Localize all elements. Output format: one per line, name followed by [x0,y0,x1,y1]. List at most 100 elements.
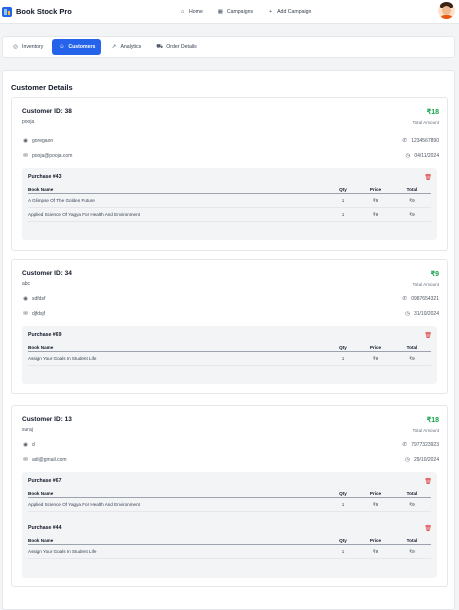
location-pin-icon: ◉ [23,442,28,448]
purchase-items-table: Book Name Qty Price Total Applied Scienc… [28,490,431,512]
table-row: A Glimpse Of The Golden Future 1 ₹9 ₹9 [28,193,431,208]
date-text: 29/10/2024 [413,457,439,463]
page-title: Customer Details [11,83,73,92]
nav-campaigns-link[interactable]: ▦ Campaigns [217,9,253,15]
customer-details-panel: Customer Details Customer ID: 38 pooja ₹… [2,70,455,610]
col-book-name: Book Name [28,537,328,545]
col-book-name: Book Name [28,344,328,352]
table-header-row: Book Name Qty Price Total [28,186,431,194]
total-amount-label: Total Amount [412,282,439,287]
email-text: adi@gmail.com [32,457,67,463]
email-text: pooja@pooja.com [32,153,73,159]
col-price: Price [358,537,393,545]
total-cell: ₹9 [393,193,431,208]
user-avatar[interactable] [438,2,455,19]
customer-card: Customer ID: 38 pooja ₹18 Total Amount ◉… [11,97,448,251]
customer-email: ✉ djfdsjf [22,311,45,317]
total-amount: ₹18 [426,417,439,424]
customer-id: Customer ID: 13 [22,416,72,423]
calendar-icon: ▦ [217,9,223,15]
phone-text: 123456789​0 [411,138,439,144]
table-row: Assign Your Goals In Student Life 1 ₹9 ₹… [28,351,431,366]
col-book-name: Book Name [28,186,328,194]
nav-add-campaign-link[interactable]: + Add Campaign [267,9,311,15]
tab-analytics-label: Analytics [120,44,142,50]
table-header-row: Book Name Qty Price Total [28,537,431,545]
col-price: Price [358,186,393,194]
qty-cell: 1 [328,207,358,222]
location-pin-icon: ◉ [23,138,28,144]
tab-customers[interactable]: ☺ Customers [52,39,102,55]
trash-icon[interactable]: 🗑 [424,332,432,339]
trend-icon: ↗ [111,44,117,50]
customer-location: ◉ goregaon [22,138,53,144]
tab-analytics[interactable]: ↗ Analytics [104,39,147,55]
price-cell: ₹9 [358,207,393,222]
plus-icon: + [268,9,273,15]
mail-icon: ✉ [23,457,28,463]
customer-card: Customer ID: 34 abc ₹9 Total Amount ◉ sd… [11,259,448,394]
customer-name: abc [22,281,31,287]
trash-icon[interactable]: 🗑 [424,525,432,532]
total-cell: ₹9 [393,351,431,366]
col-qty: Qty [328,186,358,194]
date-text: 04/11/2024 [414,153,439,159]
total-cell: ₹9 [393,544,431,559]
qty-cell: 1 [328,497,358,512]
users-icon: ☺ [59,44,65,50]
box-icon: ◎ [13,44,18,50]
customer-date: ◷ 29/10/2024 [404,457,439,463]
purchase-title: Purchase #67 [28,478,62,484]
col-total: Total [393,537,431,545]
customer-phone: ✆ 123456789​0 [401,138,439,144]
book-name-cell: Applied Science Of Yagya For Health And … [28,497,328,512]
tab-order-details[interactable]: ⛟ Order Details [150,39,203,55]
col-qty: Qty [328,537,358,545]
purchase-title: Purchase #44 [28,525,62,531]
customer-phone: ✆ 0987654321 [401,296,439,302]
customer-date: ◷ 31/10/2024 [404,311,439,317]
nav-add-campaign-label: Add Campaign [277,9,312,15]
home-icon: ⌂ [180,9,185,15]
phone-icon: ✆ [402,442,407,448]
purchase-items-table: Book Name Qty Price Total Assign Your Go… [28,344,431,366]
app-title: Book Stock Pro [16,7,72,16]
mail-icon: ✉ [23,153,28,159]
cart-icon: ⛟ [156,43,164,50]
col-book-name: Book Name [28,490,328,498]
customer-date: ◷ 04/11/2024 [404,153,439,159]
tab-order-details-label: Order Details [166,44,197,50]
col-total: Total [393,490,431,498]
phone-icon: ✆ [402,296,407,302]
clock-icon: ◷ [405,153,411,159]
customer-card: Customer ID: 13 suraj ₹18 Total Amount ◉… [11,405,448,587]
top-navbar: Book Stock Pro ⌂ Home ▦ Campaigns + Add … [0,0,459,24]
book-name-cell: A Glimpse Of The Golden Future [28,193,328,208]
brand[interactable]: Book Stock Pro [2,6,72,17]
nav-home-link[interactable]: ⌂ Home [179,9,203,15]
trash-icon[interactable]: 🗑 [424,478,432,485]
qty-cell: 1 [328,544,358,559]
location-pin-icon: ◉ [23,296,28,302]
email-text: djfdsjf [32,311,46,317]
nav-campaigns-label: Campaigns [226,9,254,15]
book-name-cell: Applied Science Of Yagya For Health And … [28,207,328,222]
tab-inventory[interactable]: ◎ Inventory [6,39,49,55]
purchase-title: Purchase #43 [28,174,62,180]
purchase-items-table: Book Name Qty Price Total Assign Your Go… [28,537,431,559]
purchase-list: Purchase #69 🗑 Book Name Qty Price Total… [22,326,437,384]
total-amount-label: Total Amount [412,428,439,433]
customer-phone: ✆ 7977323923 [401,442,439,448]
trash-icon[interactable]: 🗑 [424,174,432,181]
total-cell: ₹9 [393,497,431,512]
col-qty: Qty [328,344,358,352]
customer-name: suraj [22,427,33,433]
table-header-row: Book Name Qty Price Total [28,344,431,352]
col-price: Price [358,490,393,498]
customer-id: Customer ID: 38 [22,108,72,115]
customer-location: ◉ d [22,442,35,448]
price-cell: ₹9 [358,544,393,559]
qty-cell: 1 [328,351,358,366]
table-row: Applied Science Of Yagya For Health And … [28,497,431,512]
col-total: Total [393,344,431,352]
